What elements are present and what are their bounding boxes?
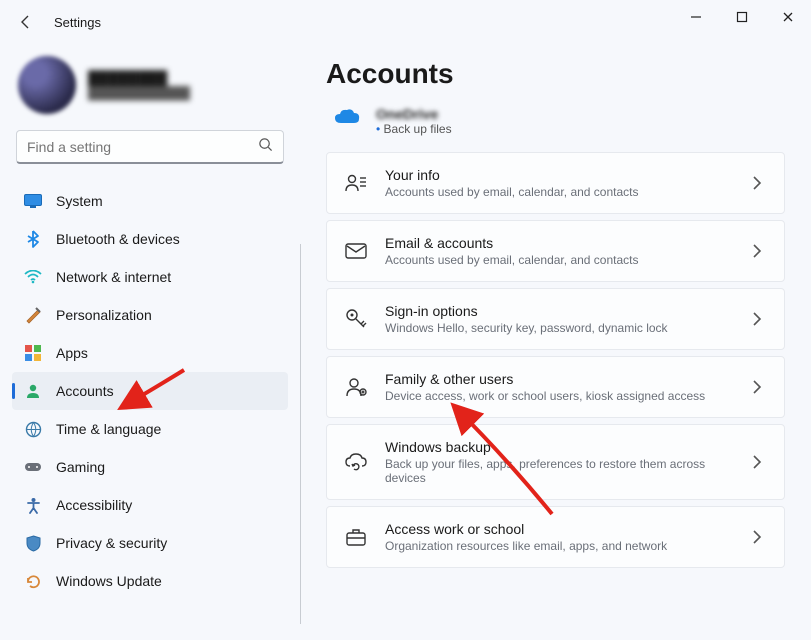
sidebar-item-label: Windows Update — [56, 573, 162, 589]
sidebar: ████████ ████████████ System Bluetooth &… — [0, 44, 300, 640]
onedrive-sub: Back up files — [376, 122, 452, 136]
card-email-accounts[interactable]: Email & accounts Accounts used by email,… — [326, 220, 785, 282]
system-icon — [24, 192, 42, 210]
update-icon — [24, 572, 42, 590]
wifi-icon — [24, 268, 42, 286]
sidebar-item-label: Privacy & security — [56, 535, 167, 551]
chevron-right-icon — [752, 312, 766, 326]
sidebar-item-label: Time & language — [56, 421, 161, 437]
sidebar-item-label: Apps — [56, 345, 88, 361]
accessibility-icon — [24, 496, 42, 514]
briefcase-icon — [345, 526, 367, 548]
cloud-icon — [334, 108, 360, 126]
window-controls — [673, 0, 811, 34]
chevron-right-icon — [752, 455, 766, 469]
card-family-other[interactable]: Family & other users Device access, work… — [326, 356, 785, 418]
sidebar-item-label: Bluetooth & devices — [56, 231, 180, 247]
profile-email: ████████████ — [88, 86, 190, 100]
close-button[interactable] — [765, 0, 811, 34]
page-title: Accounts — [326, 58, 785, 90]
card-sub: Accounts used by email, calendar, and co… — [385, 185, 734, 199]
sidebar-item-label: System — [56, 193, 103, 209]
back-button[interactable] — [8, 4, 44, 40]
backup-icon — [345, 451, 367, 473]
sidebar-item-update[interactable]: Windows Update — [12, 562, 288, 600]
card-sub: Back up your files, apps, preferences to… — [385, 457, 734, 485]
sidebar-item-system[interactable]: System — [12, 182, 288, 220]
titlebar: Settings — [0, 0, 811, 44]
card-sub: Device access, work or school users, kio… — [385, 389, 734, 403]
key-icon — [345, 308, 367, 330]
sidebar-item-network[interactable]: Network & internet — [12, 258, 288, 296]
sidebar-item-gaming[interactable]: Gaming — [12, 448, 288, 486]
profile-name: ████████ — [88, 70, 190, 86]
card-title: Family & other users — [385, 371, 734, 387]
onedrive-title: OneDrive — [376, 106, 452, 122]
card-sub: Organization resources like email, apps,… — [385, 539, 734, 553]
sidebar-item-apps[interactable]: Apps — [12, 334, 288, 372]
family-icon — [345, 376, 367, 398]
divider — [300, 244, 301, 624]
card-sub: Accounts used by email, calendar, and co… — [385, 253, 734, 267]
sidebar-item-label: Network & internet — [56, 269, 171, 285]
sidebar-item-label: Gaming — [56, 459, 105, 475]
search-box[interactable] — [16, 130, 284, 164]
chevron-right-icon — [752, 176, 766, 190]
sidebar-item-personalization[interactable]: Personalization — [12, 296, 288, 334]
card-your-info[interactable]: Your info Accounts used by email, calend… — [326, 152, 785, 214]
sidebar-item-bluetooth[interactable]: Bluetooth & devices — [12, 220, 288, 258]
email-icon — [345, 240, 367, 262]
your-info-icon — [345, 172, 367, 194]
person-icon — [24, 382, 42, 400]
card-title: Access work or school — [385, 521, 734, 537]
avatar — [18, 56, 76, 114]
maximize-button[interactable] — [719, 0, 765, 34]
profile-text: ████████ ████████████ — [88, 70, 190, 100]
profile-block[interactable]: ████████ ████████████ — [12, 52, 288, 130]
card-windows-backup[interactable]: Windows backup Back up your files, apps,… — [326, 424, 785, 500]
card-work-school[interactable]: Access work or school Organization resou… — [326, 506, 785, 568]
sidebar-item-time[interactable]: Time & language — [12, 410, 288, 448]
card-title: Email & accounts — [385, 235, 734, 251]
sidebar-item-label: Accounts — [56, 383, 114, 399]
paintbrush-icon — [24, 306, 42, 324]
chevron-right-icon — [752, 380, 766, 394]
apps-icon — [24, 344, 42, 362]
nav-list: System Bluetooth & devices Network & int… — [12, 182, 288, 628]
window-title: Settings — [54, 15, 101, 30]
gaming-icon — [24, 458, 42, 476]
search-input[interactable] — [27, 139, 258, 155]
card-title: Sign-in options — [385, 303, 734, 319]
sidebar-item-accounts[interactable]: Accounts — [12, 372, 288, 410]
sidebar-item-label: Accessibility — [56, 497, 132, 513]
clock-globe-icon — [24, 420, 42, 438]
card-title: Your info — [385, 167, 734, 183]
main-content: Accounts OneDrive Back up files Your inf… — [300, 44, 811, 640]
sidebar-item-accessibility[interactable]: Accessibility — [12, 486, 288, 524]
shield-icon — [24, 534, 42, 552]
sidebar-item-privacy[interactable]: Privacy & security — [12, 524, 288, 562]
card-sub: Windows Hello, security key, password, d… — [385, 321, 734, 335]
chevron-right-icon — [752, 530, 766, 544]
sidebar-item-label: Personalization — [56, 307, 152, 323]
search-icon — [258, 137, 273, 157]
card-signin-options[interactable]: Sign-in options Windows Hello, security … — [326, 288, 785, 350]
onedrive-row[interactable]: OneDrive Back up files — [326, 106, 785, 152]
bluetooth-icon — [24, 230, 42, 248]
minimize-button[interactable] — [673, 0, 719, 34]
card-title: Windows backup — [385, 439, 734, 455]
chevron-right-icon — [752, 244, 766, 258]
